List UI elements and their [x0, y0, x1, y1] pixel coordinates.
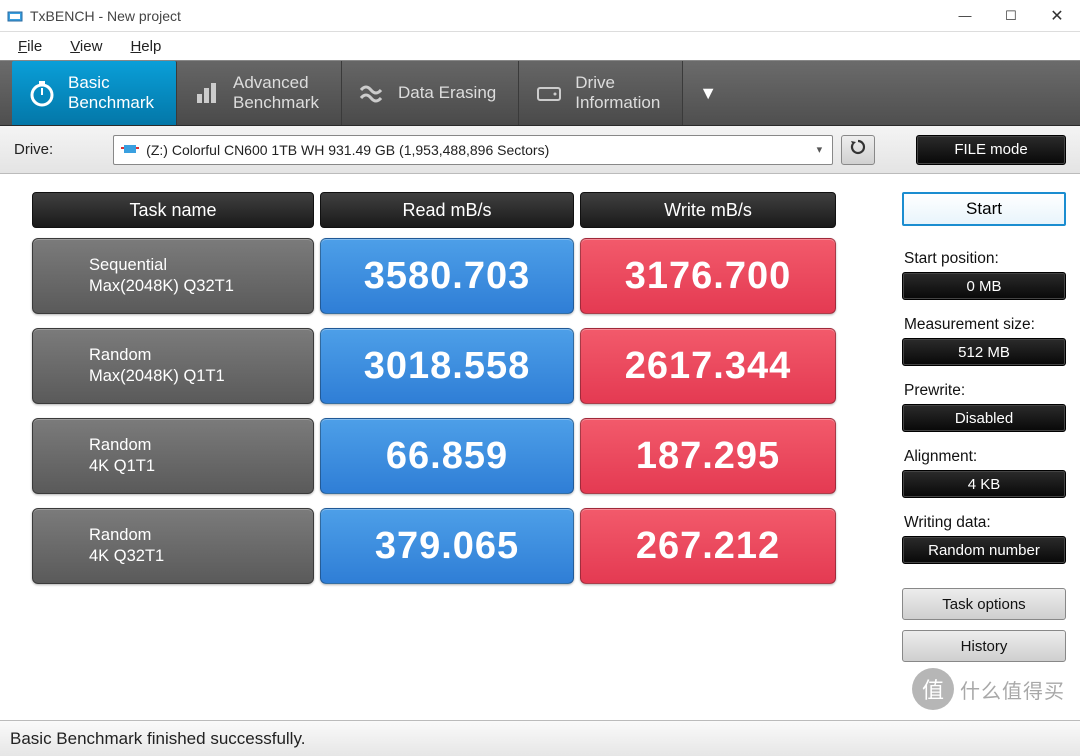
- menu-view[interactable]: View: [56, 34, 116, 59]
- menu-file[interactable]: File: [4, 34, 56, 59]
- titlebar: TxBENCH - New project — ☐ ✕: [0, 0, 1080, 32]
- refresh-button[interactable]: [841, 135, 875, 165]
- result-row: Random4K Q1T1 66.859 187.295: [32, 418, 882, 494]
- alignment-value[interactable]: 4 KB: [902, 470, 1066, 498]
- sidebar: Start Start position: 0 MB Measurement s…: [882, 192, 1066, 712]
- start-position-label: Start position:: [904, 250, 1066, 268]
- tab-advanced-benchmark[interactable]: Advanced Benchmark: [177, 61, 342, 125]
- task-cell[interactable]: Random4K Q32T1: [32, 508, 314, 584]
- watermark-badge-icon: 值: [912, 668, 954, 710]
- result-row: Random4K Q32T1 379.065 267.212: [32, 508, 882, 584]
- measurement-size-value[interactable]: 512 MB: [902, 338, 1066, 366]
- drive-icon: [533, 77, 565, 109]
- task-options-button[interactable]: Task options: [902, 588, 1066, 620]
- alignment-label: Alignment:: [904, 448, 1066, 466]
- tab-label: Data Erasing: [398, 83, 496, 103]
- start-position-value[interactable]: 0 MB: [902, 272, 1066, 300]
- write-value: 2617.344: [580, 328, 836, 404]
- tab-overflow-arrow[interactable]: ▼: [683, 61, 733, 125]
- tab-label: Basic Benchmark: [68, 73, 154, 112]
- watermark: 值 什么值得买: [912, 666, 1072, 712]
- result-row: RandomMax(2048K) Q1T1 3018.558 2617.344: [32, 328, 882, 404]
- results-table: Task name Read mB/s Write mB/s Sequentia…: [32, 192, 882, 712]
- prewrite-label: Prewrite:: [904, 382, 1066, 400]
- minimize-button[interactable]: —: [942, 1, 988, 31]
- task-cell[interactable]: RandomMax(2048K) Q1T1: [32, 328, 314, 404]
- menu-help[interactable]: Help: [116, 34, 175, 59]
- tab-basic-benchmark[interactable]: Basic Benchmark: [12, 61, 177, 125]
- start-button[interactable]: Start: [902, 192, 1066, 226]
- file-mode-button[interactable]: FILE mode: [916, 135, 1066, 165]
- header-read: Read mB/s: [320, 192, 574, 228]
- menubar: File View Help: [0, 32, 1080, 60]
- read-value: 3018.558: [320, 328, 574, 404]
- tab-data-erasing[interactable]: Data Erasing: [342, 61, 519, 125]
- drive-select[interactable]: (Z:) Colorful CN600 1TB WH 931.49 GB (1,…: [113, 135, 833, 165]
- result-row: SequentialMax(2048K) Q32T1 3580.703 3176…: [32, 238, 882, 314]
- drive-device-icon: [120, 143, 140, 157]
- read-value: 379.065: [320, 508, 574, 584]
- app-icon: [6, 7, 24, 25]
- tabstrip: Basic Benchmark Advanced Benchmark Data …: [0, 60, 1080, 126]
- wave-icon: [356, 77, 388, 109]
- tab-label: Advanced Benchmark: [233, 73, 319, 112]
- chevron-down-icon: ▾: [813, 143, 827, 156]
- writing-data-label: Writing data:: [904, 514, 1066, 532]
- bars-icon: [191, 77, 223, 109]
- window-title: TxBENCH - New project: [30, 8, 942, 24]
- close-button[interactable]: ✕: [1034, 1, 1080, 31]
- write-value: 267.212: [580, 508, 836, 584]
- stopwatch-icon: [26, 77, 58, 109]
- drive-value: (Z:) Colorful CN600 1TB WH 931.49 GB (1,…: [146, 142, 549, 158]
- header-task: Task name: [32, 192, 314, 228]
- prewrite-value[interactable]: Disabled: [902, 404, 1066, 432]
- writing-data-value[interactable]: Random number: [902, 536, 1066, 564]
- read-value: 66.859: [320, 418, 574, 494]
- tab-drive-information[interactable]: Drive Information: [519, 61, 683, 125]
- write-value: 187.295: [580, 418, 836, 494]
- tab-label: Drive Information: [575, 73, 660, 112]
- read-value: 3580.703: [320, 238, 574, 314]
- statusbar: Basic Benchmark finished successfully.: [0, 720, 1080, 756]
- maximize-button[interactable]: ☐: [988, 1, 1034, 31]
- status-text: Basic Benchmark finished successfully.: [10, 729, 305, 749]
- watermark-text: 什么值得买: [960, 675, 1065, 704]
- header-write: Write mB/s: [580, 192, 836, 228]
- write-value: 3176.700: [580, 238, 836, 314]
- history-button[interactable]: History: [902, 630, 1066, 662]
- task-cell[interactable]: SequentialMax(2048K) Q32T1: [32, 238, 314, 314]
- drive-label: Drive:: [14, 141, 53, 158]
- refresh-icon: [849, 138, 867, 161]
- content: Task name Read mB/s Write mB/s Sequentia…: [0, 174, 1080, 720]
- measurement-size-label: Measurement size:: [904, 316, 1066, 334]
- drive-toolbar: Drive: (Z:) Colorful CN600 1TB WH 931.49…: [0, 126, 1080, 174]
- task-cell[interactable]: Random4K Q1T1: [32, 418, 314, 494]
